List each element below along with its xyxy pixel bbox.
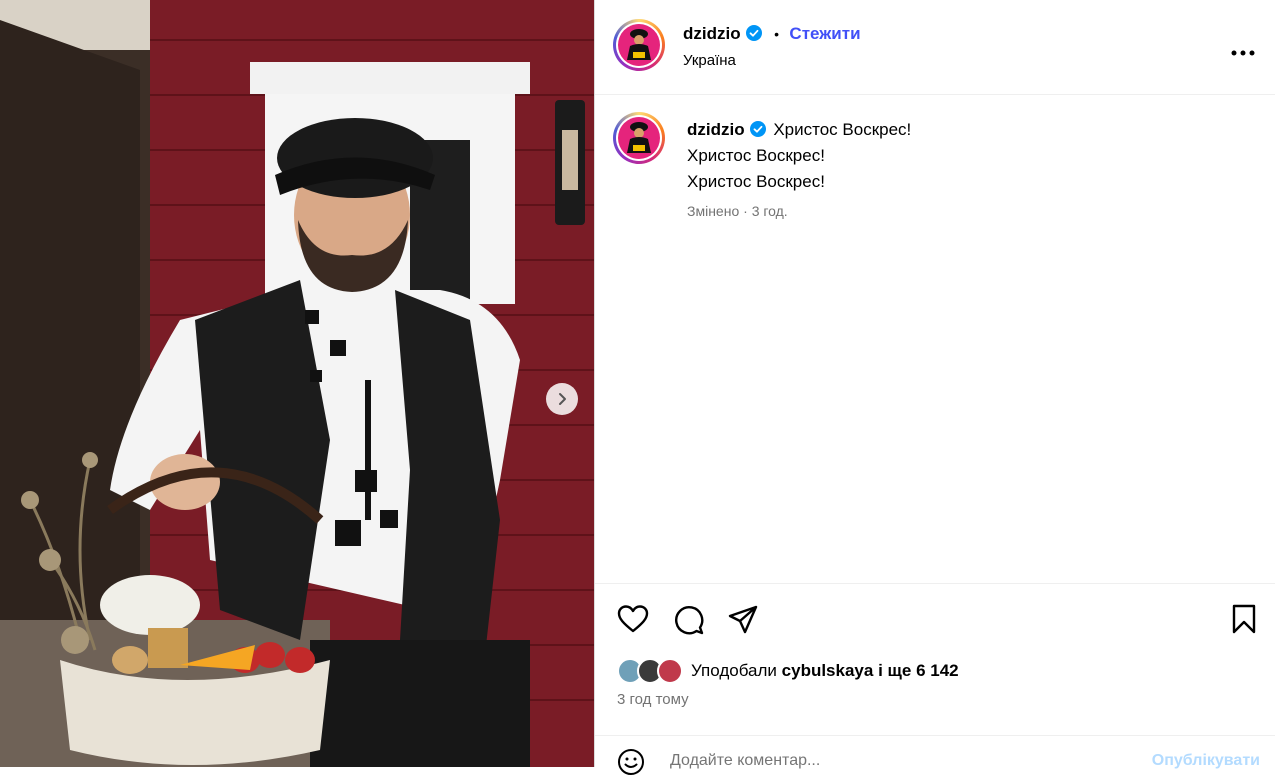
likes-summary: Уподобали cybulskaya і ще 6 142 bbox=[617, 656, 959, 686]
edited-label: Змінено bbox=[687, 203, 740, 219]
more-options-icon[interactable] bbox=[1231, 36, 1255, 62]
post-photo[interactable] bbox=[0, 0, 594, 767]
save-button[interactable] bbox=[1231, 604, 1257, 639]
comment-row: Опублікувати bbox=[595, 735, 1275, 776]
bookmark-icon bbox=[1232, 604, 1256, 634]
follow-button[interactable]: Стежити bbox=[789, 24, 860, 43]
author-username[interactable]: dzidzio bbox=[683, 24, 741, 43]
avatar-figure-icon bbox=[627, 29, 651, 60]
liker-username[interactable]: cybulskaya bbox=[782, 661, 874, 680]
publish-button[interactable]: Опублікувати bbox=[1152, 752, 1260, 770]
post-header: dzidzio • Стежити Україна bbox=[595, 0, 1275, 95]
liker-avatars[interactable] bbox=[617, 656, 683, 686]
avatar-figure-icon bbox=[627, 122, 651, 153]
caption-line: Христос Воскрес! bbox=[773, 120, 912, 139]
verified-badge-icon bbox=[749, 121, 766, 137]
next-image-button[interactable] bbox=[546, 383, 578, 415]
caption-time[interactable]: 3 год. bbox=[752, 203, 788, 219]
emoji-icon bbox=[618, 749, 644, 775]
likes-middle[interactable]: і ще bbox=[878, 661, 911, 680]
post-side-panel: dzidzio • Стежити Україна dzidzio Христо… bbox=[594, 0, 1275, 775]
post-time-ago[interactable]: 3 год тому bbox=[617, 691, 689, 708]
meta-separator: · bbox=[743, 203, 748, 219]
verified-badge-icon bbox=[745, 25, 762, 41]
likes-count[interactable]: 6 142 bbox=[916, 661, 959, 680]
caption-avatar[interactable] bbox=[613, 112, 665, 164]
comment-icon bbox=[675, 606, 704, 635]
likes-prefix: Уподобали bbox=[691, 661, 777, 680]
share-icon bbox=[728, 605, 758, 634]
emoji-button[interactable] bbox=[617, 748, 645, 781]
caption-username[interactable]: dzidzio bbox=[687, 120, 745, 139]
share-button[interactable] bbox=[727, 604, 759, 641]
chevron-right-icon bbox=[559, 393, 566, 405]
header-separator: • bbox=[774, 26, 779, 42]
comment-button[interactable] bbox=[673, 604, 705, 641]
photo-illustration bbox=[0, 0, 594, 767]
post-location[interactable]: Україна bbox=[683, 52, 736, 69]
liker-avatar bbox=[657, 658, 683, 684]
heart-icon bbox=[617, 605, 649, 633]
author-avatar[interactable] bbox=[613, 19, 665, 71]
comment-input[interactable] bbox=[670, 752, 1070, 770]
caption-line: Христос Воскрес! bbox=[687, 172, 825, 191]
caption: dzidzio Христос Воскрес! Христос Воскрес… bbox=[687, 117, 911, 219]
like-button[interactable] bbox=[617, 604, 649, 639]
caption-line: Христос Воскрес! bbox=[687, 146, 825, 165]
